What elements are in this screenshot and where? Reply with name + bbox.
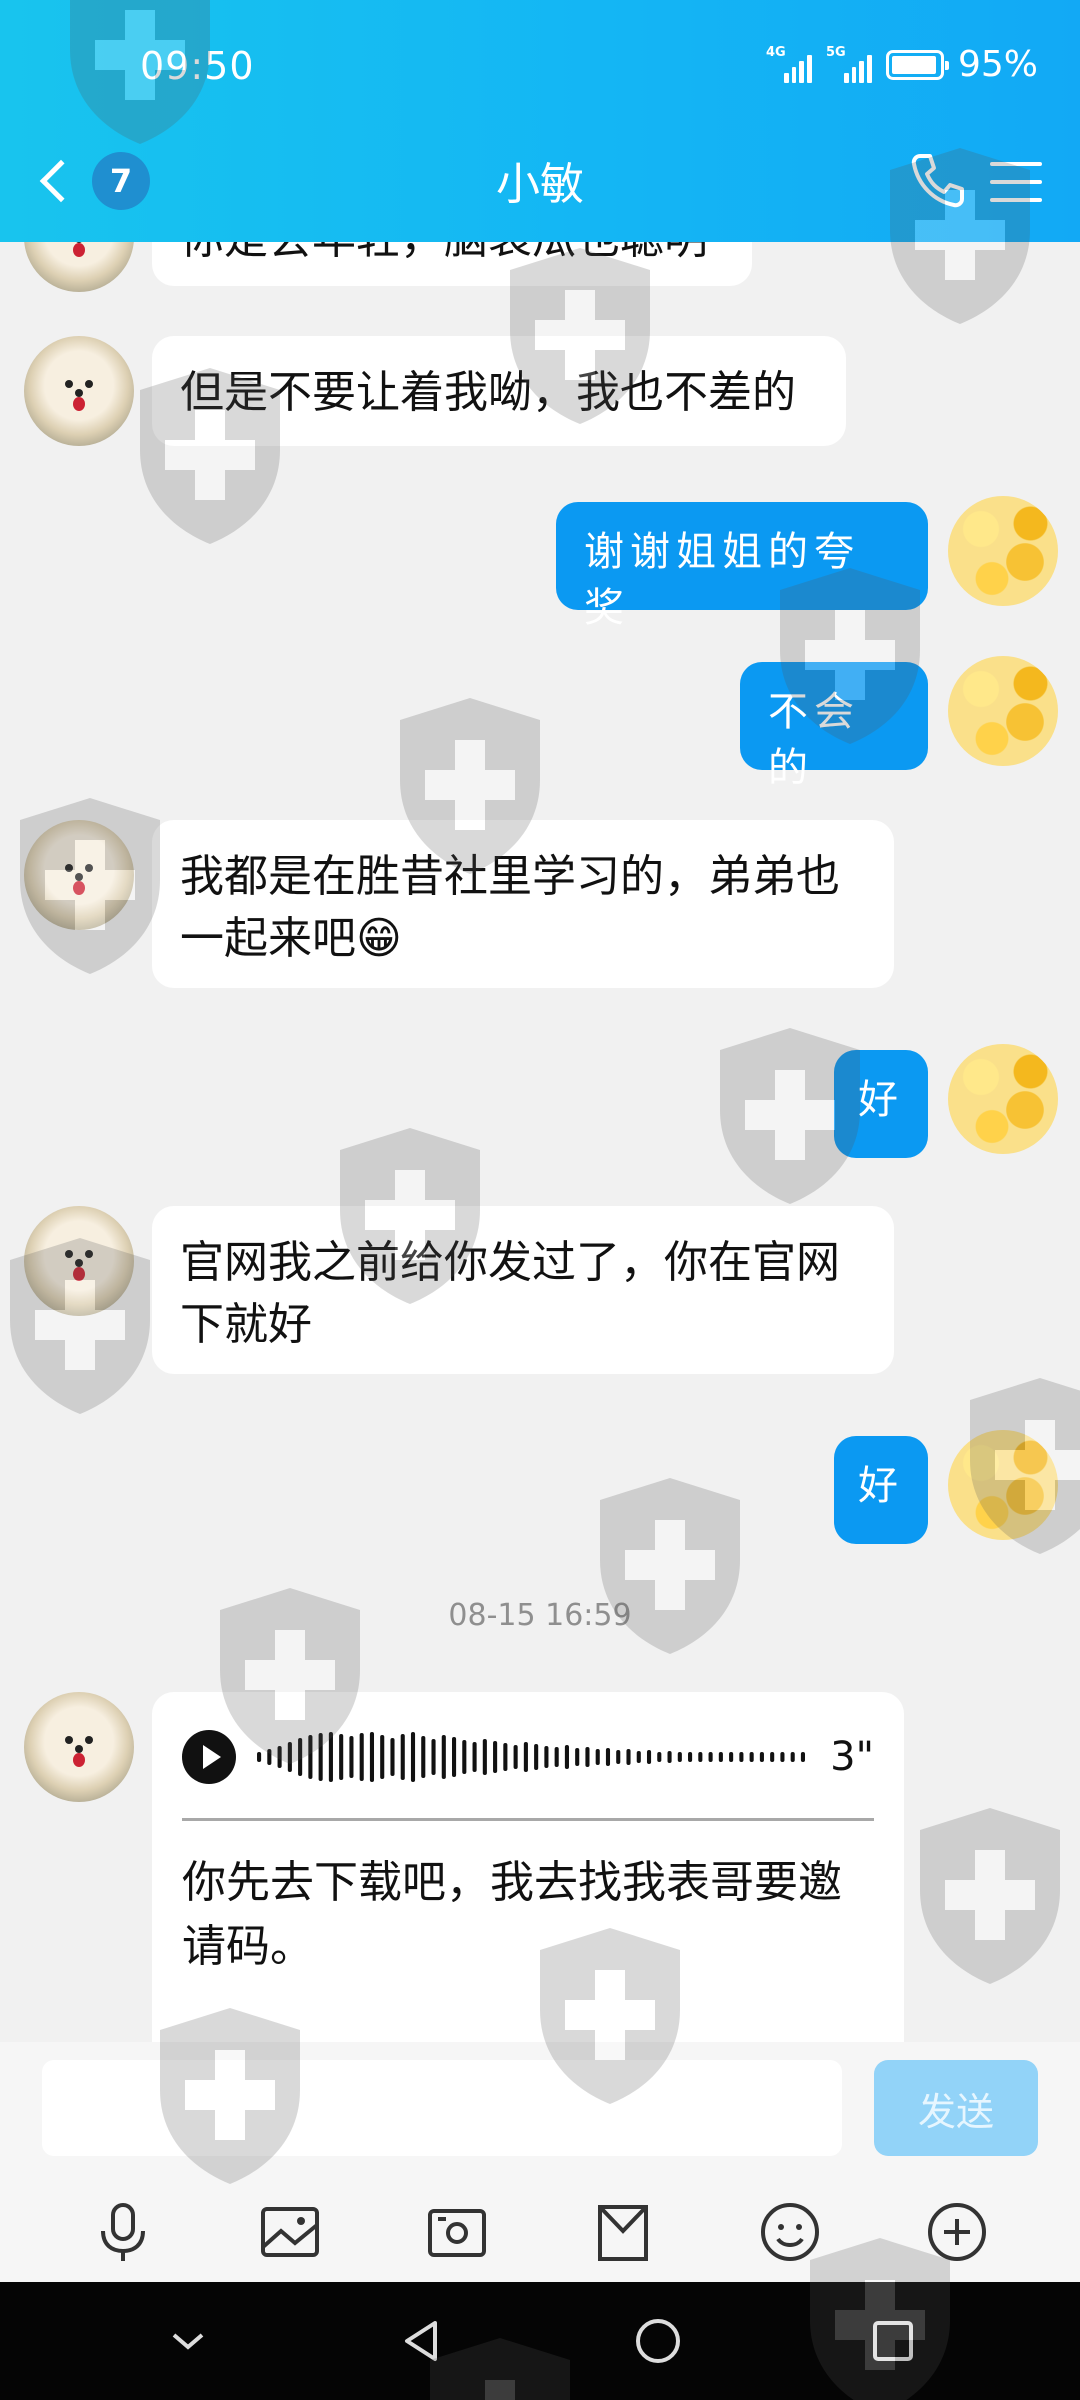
contact-avatar[interactable] xyxy=(24,1692,134,1802)
input-bar: 发送 xyxy=(0,2042,1080,2182)
message-bubble[interactable]: 好 xyxy=(834,1050,928,1158)
message-incoming: 我都是在胜昔社里学习的，弟弟也一起来吧😁 xyxy=(0,820,1080,1000)
battery-icon xyxy=(885,49,949,80)
camera-icon[interactable] xyxy=(422,2197,492,2267)
message-bubble[interactable]: 但是不要让着我呦，我也不差的 xyxy=(152,336,846,446)
status-time: 09:50 xyxy=(140,44,255,88)
message-incoming: 官网我之前给你发过了，你在官网下就好 xyxy=(0,1206,1080,1386)
call-button[interactable] xyxy=(906,148,970,212)
image-icon[interactable] xyxy=(255,2197,325,2267)
message-bubble[interactable]: 我都是在胜昔社里学习的，弟弟也一起来吧😁 xyxy=(152,820,894,988)
my-avatar[interactable] xyxy=(948,1430,1058,1540)
collapse-icon[interactable] xyxy=(158,2311,218,2371)
message-bubble[interactable]: 官网我之前给你发过了，你在官网下就好 xyxy=(152,1206,894,1374)
file-icon[interactable] xyxy=(588,2197,658,2267)
my-avatar[interactable] xyxy=(948,1044,1058,1154)
message-outgoing: 谢谢姐姐的夸奖 xyxy=(0,496,1080,631)
recents-icon[interactable] xyxy=(863,2311,923,2371)
system-navigation-bar xyxy=(0,2282,1080,2400)
contact-avatar[interactable] xyxy=(24,1206,134,1316)
chat-header: 09:50 4G 5G 95% 7 小敏 xyxy=(0,0,1080,242)
emoji-icon[interactable] xyxy=(755,2197,825,2267)
message-incoming: 你是会年轻，脑袋瓜也聪明 xyxy=(0,242,1080,322)
chat-toolbar xyxy=(0,2182,1080,2282)
battery-level: 95% xyxy=(957,44,1038,85)
voice-transcript: 你先去下载吧，我去找我表哥要邀请码。 xyxy=(182,1857,842,1972)
status-icons: 4G 5G 95% xyxy=(766,44,1038,85)
play-voice-icon[interactable] xyxy=(182,1730,236,1784)
status-bar: 09:50 4G 5G 95% xyxy=(0,0,1080,130)
menu-button[interactable] xyxy=(990,154,1042,206)
message-bubble[interactable]: 不会的 xyxy=(740,662,928,791)
message-timestamp: 08-15 16:59 xyxy=(448,1598,632,1633)
my-avatar[interactable] xyxy=(948,656,1058,766)
signal-4g-icon: 4G xyxy=(766,45,812,83)
microphone-icon[interactable] xyxy=(88,2197,158,2267)
message-incoming: 但是不要让着我呦，我也不差的 xyxy=(0,336,1080,456)
message-bubble[interactable]: 好 xyxy=(834,1436,928,1544)
message-outgoing: 不会的 xyxy=(0,656,1080,791)
voice-duration: 3" xyxy=(830,1734,874,1780)
back-icon[interactable] xyxy=(393,2311,453,2371)
message-bubble[interactable]: 谢谢姐姐的夸奖 xyxy=(556,502,928,631)
nav-bar: 7 小敏 xyxy=(0,130,1080,242)
message-input[interactable] xyxy=(42,2060,842,2156)
home-icon[interactable] xyxy=(628,2311,688,2371)
chat-messages[interactable]: 你是会年轻，脑袋瓜也聪明 但是不要让着我呦，我也不差的 谢谢姐姐的夸奖 不会的 … xyxy=(0,242,1080,2042)
hamburger-menu-icon xyxy=(990,162,1042,202)
message-incoming-voice: 3" 你先去下载吧，我去找我表哥要邀请码。 xyxy=(0,1692,1080,2042)
voice-waveform[interactable] xyxy=(256,1730,810,1784)
contact-avatar[interactable] xyxy=(24,242,134,292)
signal-5g-icon: 5G xyxy=(826,45,872,83)
my-avatar[interactable] xyxy=(948,496,1058,606)
plus-icon[interactable] xyxy=(922,2197,992,2267)
contact-avatar[interactable] xyxy=(24,336,134,446)
voice-message-card[interactable]: 3" 你先去下载吧，我去找我表哥要邀请码。 xyxy=(152,1692,904,2042)
send-button[interactable]: 发送 xyxy=(874,2060,1038,2156)
message-outgoing: 好 xyxy=(0,1430,1080,1556)
message-outgoing: 好 xyxy=(0,1044,1080,1170)
contact-avatar[interactable] xyxy=(24,820,134,930)
voice-divider xyxy=(182,1818,874,1821)
message-bubble[interactable]: 你是会年轻，脑袋瓜也聪明 xyxy=(152,242,752,286)
phone-icon xyxy=(911,154,964,208)
